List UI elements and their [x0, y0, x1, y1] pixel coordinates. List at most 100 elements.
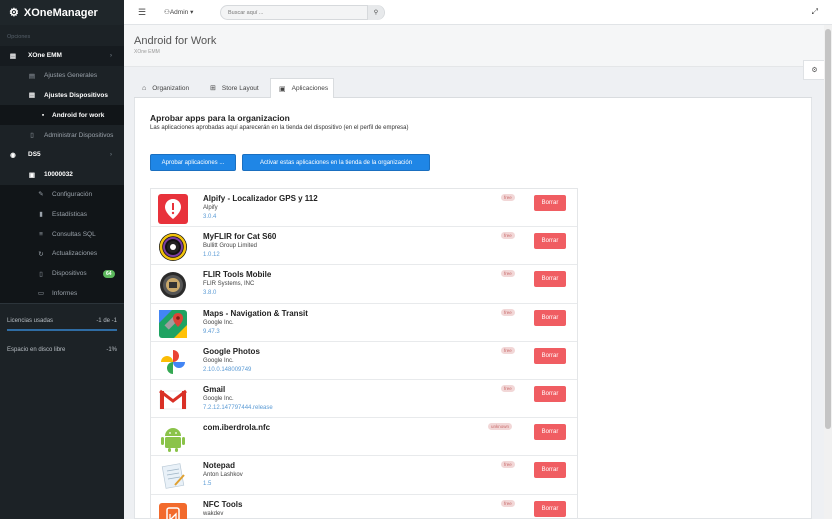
stat-value: -1 de -1	[96, 318, 117, 324]
tab-label: Aplicaciones	[291, 85, 329, 92]
delete-button[interactable]: Borrar	[534, 195, 566, 211]
fullscreen-icon[interactable]: ⤢	[812, 7, 818, 17]
mobile-icon: ▯	[39, 270, 43, 278]
app-row: Maps - Navigation & Transit Google Inc. …	[151, 304, 577, 342]
app-name: MyFLIR for Cat S60	[203, 232, 277, 242]
brand-title: XOneManager	[23, 6, 98, 19]
app-developer: Google Inc.	[203, 357, 234, 364]
app-row: Gmail Google Inc. 7.2.12.147797444.relea…	[151, 380, 577, 419]
google-photos-icon	[161, 349, 185, 374]
devices-count-badge: 64	[103, 269, 115, 278]
app-version[interactable]: 2.10.0.148009749	[203, 367, 251, 373]
caret-down-icon: ▾	[190, 9, 194, 16]
app-row: MyFLIR for Cat S60 Bullitt Group Limited…	[151, 227, 577, 266]
app-developer: Google Inc.	[203, 319, 234, 326]
chart-icon: ▮	[39, 211, 43, 219]
app-version[interactable]: 1.0.12	[203, 252, 220, 258]
delete-button[interactable]: Borrar	[534, 462, 566, 479]
chevron-right-icon: ›	[110, 151, 112, 158]
alpify-icon	[158, 194, 188, 224]
sidebar-section-label: Opciones	[7, 34, 31, 40]
sidebar-item-label: Dispositivos	[52, 270, 87, 278]
report-icon: ▭	[37, 290, 45, 298]
menu-toggle-icon[interactable]: ☰	[138, 7, 146, 18]
app-version[interactable]: 1.5	[203, 481, 211, 487]
panel-description: Las aplicaciones aprobadas aquí aparecer…	[150, 125, 409, 131]
app-tag: free	[501, 384, 515, 392]
sidebar-item-label: Consultas SQL	[52, 230, 96, 238]
android-icon: ▪	[41, 111, 45, 119]
dashboard-icon: ◉	[10, 151, 16, 159]
licenses-progress-bar	[7, 329, 117, 331]
sidebar-item-configuracion[interactable]: ✎ Configuración	[0, 184, 124, 205]
sidebar-item-label: 10000032	[44, 171, 73, 179]
sitemap-icon: ⊞	[210, 85, 216, 92]
delete-button[interactable]: Borrar	[534, 500, 566, 517]
search-button[interactable]: ⚲	[367, 5, 384, 20]
apps-panel: Aprobar apps para la organizacion Las ap…	[134, 98, 812, 519]
delete-button[interactable]: Borrar	[534, 385, 566, 402]
sidebar-item-ajustes-generales[interactable]: ▤ Ajustes Generales	[0, 66, 124, 86]
app-tag: free	[501, 308, 515, 316]
stat-label: Licencias usadas	[7, 318, 54, 324]
app-version[interactable]: 9.47.3	[203, 329, 220, 335]
app-version[interactable]: 7.2.12.147797444.release	[203, 405, 273, 411]
app-developer: Anton Lashkov	[203, 472, 243, 479]
delete-button[interactable]: Borrar	[534, 271, 566, 288]
app-tag: free	[501, 270, 515, 278]
android-icon	[161, 428, 185, 453]
scrollbar-thumb[interactable]	[825, 29, 831, 429]
nfc-tools-icon	[159, 502, 187, 519]
sidebar-item-10000032[interactable]: ▣ 10000032	[0, 164, 124, 185]
app-row: Alpify - Localizador GPS y 112 Alpify 3.…	[151, 189, 577, 228]
settings-gear-icon[interactable]: ⚙	[803, 60, 825, 80]
app-row: Google Photos Google Inc. 2.10.0.1480097…	[151, 342, 577, 380]
tab-store-layout[interactable]: ⊞ Store Layout	[202, 78, 270, 98]
refresh-icon: ↻	[38, 250, 44, 258]
sidebar-item-estadisticas[interactable]: ▮ Estadísticas	[0, 204, 124, 225]
app-tag: free	[501, 194, 515, 201]
app-row: NFC Tools wakdev free Borrar	[151, 495, 577, 519]
sidebar-item-ajustes-dispositivos[interactable]: ▤ Ajustes Dispositivos	[0, 85, 124, 106]
sidebar-item-actualizaciones[interactable]: ↻ Actualizaciones	[0, 243, 124, 264]
tab-aplicaciones[interactable]: ▣ Aplicaciones	[270, 78, 334, 99]
bank-icon: ⌂	[142, 84, 147, 92]
app-developer: FLIR Systems, INC	[203, 281, 255, 288]
delete-button[interactable]: Borrar	[534, 347, 566, 364]
sidebar-item-android-for-work[interactable]: ▪ Android for work	[0, 105, 124, 126]
search-input[interactable]	[228, 8, 358, 18]
delete-button[interactable]: Borrar	[534, 424, 566, 441]
delete-button[interactable]: Borrar	[534, 233, 566, 250]
app-tag: free	[501, 232, 515, 240]
app-tag: free	[501, 461, 515, 469]
database-icon: ≡	[39, 230, 43, 238]
sidebar-item-administrar-dispositivos[interactable]: ▯ Administrar Dispositivos	[0, 125, 124, 145]
mobile-icon: ▯	[30, 132, 34, 140]
list-icon: ▤	[28, 92, 36, 100]
user-menu[interactable]: ⚇Admin ▾	[164, 8, 193, 16]
app-developer: Google Inc.	[203, 395, 234, 402]
sidebar-item-label: Estadísticas	[52, 210, 88, 218]
tab-label: Organization	[152, 84, 190, 92]
brand[interactable]: ⚙ XOneManager	[0, 0, 124, 25]
delete-button[interactable]: Borrar	[534, 309, 566, 326]
page-subtitle: XOne EMM	[134, 49, 160, 55]
notepad-icon	[161, 463, 185, 490]
google-maps-icon	[159, 309, 187, 338]
sidebar-item-dispositivos[interactable]: ▯ Dispositivos 64	[0, 263, 124, 284]
disk-stat: Espacio en disco libre -1%	[0, 347, 124, 353]
tab-organization[interactable]: ⌂ Organization	[134, 78, 202, 98]
sidebar-item-ds5[interactable]: ◉ DS5 ›	[0, 144, 124, 165]
approve-apps-button[interactable]: Aprobar aplicaciones ...	[150, 154, 236, 171]
sidebar-item-informes[interactable]: ▭ Informes	[0, 283, 124, 304]
sidebar-item-xone-emm[interactable]: ▤ XOne EMM ›	[0, 46, 124, 66]
sidebar-item-label: Actualizaciones	[52, 250, 98, 258]
app-version[interactable]: 3.0.4	[203, 214, 216, 220]
gear-icon: ⚙	[9, 7, 19, 19]
app-version[interactable]: 3.8.0	[203, 290, 216, 296]
page-scrollbar[interactable]	[824, 25, 832, 519]
activate-apps-button[interactable]: Activar estas aplicaciones en la tienda …	[242, 154, 430, 171]
app-tag: free	[501, 346, 515, 354]
sidebar-item-consultas-sql[interactable]: ≡ Consultas SQL	[0, 224, 124, 244]
app-name: Alpify - Localizador GPS y 112	[203, 194, 318, 203]
